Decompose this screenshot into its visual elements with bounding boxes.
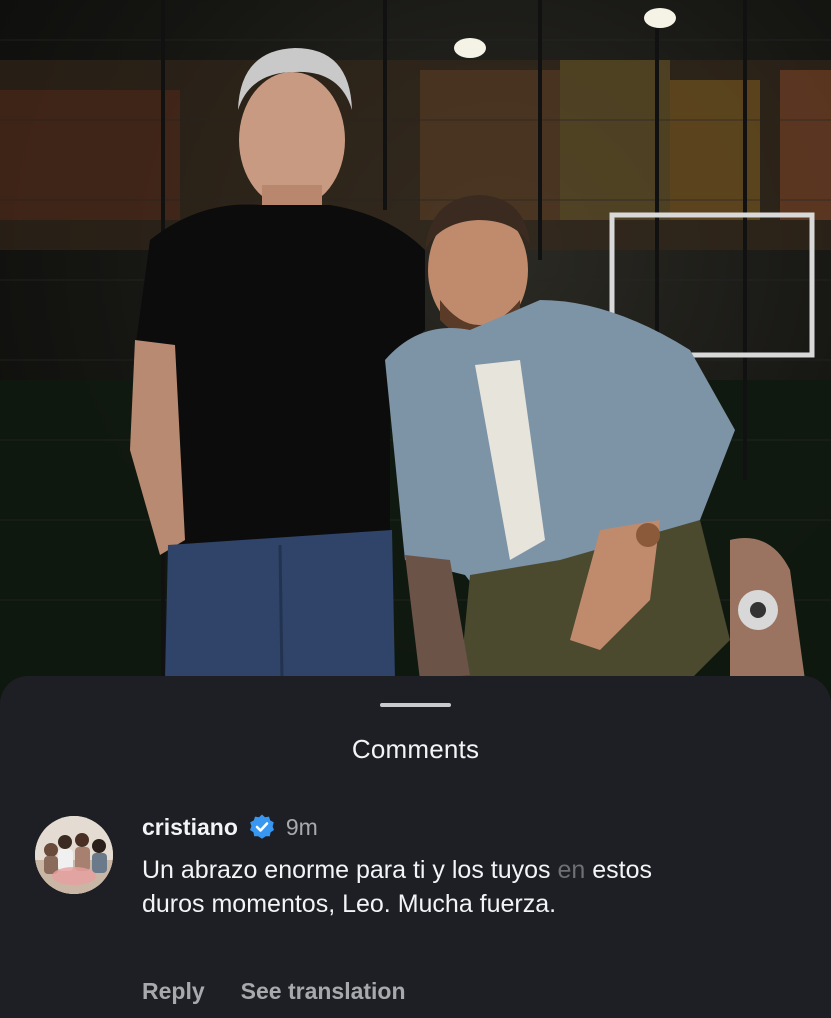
comment-time: 9m (285, 813, 318, 840)
username[interactable]: cristiano (142, 814, 238, 841)
post-photo (0, 0, 831, 720)
avatar-photo (35, 816, 113, 894)
comment-text-main: Un abrazo enorme para ti y los tuyos (142, 856, 558, 884)
comment-text: Un abrazo enorme para ti y los tuyos en … (142, 853, 702, 921)
comment-actions: Reply See translation (142, 978, 406, 1005)
comment-item: cristiano 9m Un abrazo enorme para ti y … (35, 814, 795, 1016)
comment-body: cristiano 9m Un abrazo enorme para ti y … (142, 812, 742, 1005)
verified-badge-icon (248, 813, 276, 841)
avatar[interactable] (35, 816, 113, 894)
photo-scene (0, 0, 831, 720)
comment-text-faded: en (557, 856, 586, 884)
comment-meta: cristiano 9m (142, 812, 742, 842)
screen: Comments cristiano 9m Un abrazo enorme p… (0, 0, 831, 1018)
comments-sheet: Comments cristiano 9m Un abrazo enorme p… (0, 676, 831, 1018)
reply-button[interactable]: Reply (142, 978, 205, 1005)
see-translation-button[interactable]: See translation (241, 978, 406, 1005)
drag-handle[interactable] (380, 703, 451, 707)
sheet-title: Comments (351, 734, 480, 764)
